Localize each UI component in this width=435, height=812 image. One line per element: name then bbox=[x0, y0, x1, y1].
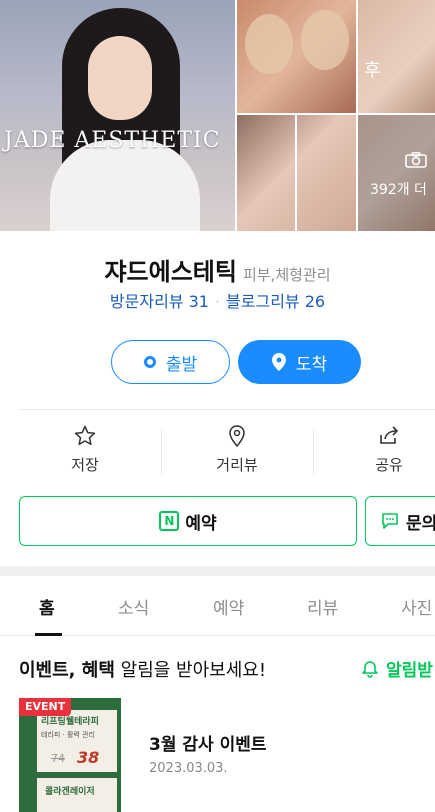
main-photo[interactable]: JADE AESTHETIC bbox=[0, 0, 235, 231]
save-label: 저장 bbox=[71, 456, 99, 474]
star-icon bbox=[74, 425, 96, 446]
route-start-button[interactable]: 출발 bbox=[111, 340, 230, 384]
camera-icon bbox=[405, 152, 427, 168]
chat-bubble-icon bbox=[382, 513, 398, 529]
share-action[interactable]: 공유 bbox=[334, 424, 435, 475]
events-heading: 이벤트, 혜택 알림을 받아보세요! bbox=[19, 656, 266, 682]
active-tab-indicator bbox=[35, 633, 62, 636]
event-price: 38 bbox=[77, 748, 100, 767]
inquiry-label: 문의 bbox=[406, 513, 435, 534]
reserve-button[interactable]: N 예약 bbox=[19, 496, 357, 546]
brand-overlay-text: JADE AESTHETIC bbox=[4, 128, 221, 153]
bell-plus-icon bbox=[362, 660, 378, 678]
tab-bar: 홈 소식 예약 리뷰 사진 bbox=[0, 576, 435, 636]
thumb-detail bbox=[245, 14, 293, 74]
start-point-icon bbox=[143, 356, 156, 368]
events-heading-rest: 알림을 받아보세요! bbox=[114, 660, 267, 681]
tab-reservation[interactable]: 예약 bbox=[213, 594, 244, 619]
events-heading-bold: 이벤트, 혜택 bbox=[19, 660, 115, 681]
action-separator bbox=[313, 430, 314, 474]
photo-thumb-more[interactable]: 392개 더 bbox=[358, 115, 435, 231]
tab-reviews[interactable]: 리뷰 bbox=[307, 594, 338, 619]
save-action[interactable]: 저장 bbox=[30, 424, 140, 475]
alarm-label: 알림받 bbox=[386, 661, 433, 681]
photo-thumb-3[interactable] bbox=[237, 115, 356, 231]
event-date: 2023.03.03. bbox=[149, 761, 228, 776]
event-thumb-card: 콜라겐레이저 bbox=[37, 778, 117, 812]
share-label: 공유 bbox=[375, 456, 403, 474]
thumb-divider bbox=[295, 115, 297, 231]
photo-more-count: 392개 더 bbox=[370, 182, 427, 198]
street-view-action[interactable]: 거리뷰 bbox=[182, 424, 292, 475]
street-view-label: 거리뷰 bbox=[216, 456, 258, 474]
action-separator bbox=[161, 430, 162, 474]
event-thumb-card: 리프팅웰테라피 테라피 · 활력 관리 74 38 bbox=[37, 710, 117, 772]
photo-thumb-2[interactable]: 후 bbox=[358, 0, 435, 113]
thumb-detail bbox=[301, 10, 349, 70]
visitor-reviews-link[interactable]: 방문자리뷰 31 bbox=[110, 292, 209, 311]
event-title[interactable]: 3월 감사 이벤트 bbox=[149, 730, 267, 755]
after-label: 후 bbox=[364, 60, 381, 81]
event-thumb-subtext: 테라피 · 활력 관리 bbox=[41, 731, 95, 739]
location-pin-icon bbox=[271, 353, 286, 371]
place-category: 피부,체형관리 bbox=[242, 266, 331, 284]
photo-subject-face bbox=[88, 36, 152, 120]
review-counts: 방문자리뷰 31 · 블로그리뷰 26 bbox=[0, 288, 435, 312]
tab-news[interactable]: 소식 bbox=[118, 594, 149, 619]
separator-dot: · bbox=[214, 292, 221, 311]
place-name: 쟈드에스테틱 bbox=[104, 258, 237, 286]
route-start-label: 출발 bbox=[165, 354, 198, 375]
naver-booking-icon: N bbox=[159, 511, 180, 531]
section-gap bbox=[0, 566, 435, 576]
inquiry-button[interactable]: 문의 bbox=[365, 496, 435, 546]
location-pin-icon bbox=[229, 425, 245, 448]
divider bbox=[19, 409, 435, 410]
photo-subject-body bbox=[50, 140, 200, 231]
share-icon bbox=[380, 426, 398, 444]
route-arrive-button[interactable]: 도착 bbox=[238, 340, 361, 384]
photo-gallery[interactable]: JADE AESTHETIC 후 392개 더 bbox=[0, 0, 435, 231]
route-arrive-label: 도착 bbox=[295, 354, 328, 375]
reserve-label: 예약 bbox=[185, 513, 217, 534]
photo-thumb-1[interactable] bbox=[237, 0, 356, 113]
event-badge: EVENT bbox=[19, 698, 72, 716]
action-row: 저장 거리뷰 공유 bbox=[0, 424, 435, 480]
place-title-row: 쟈드에스테틱 피부,체형관리 bbox=[0, 252, 435, 287]
thumb-dim-overlay bbox=[358, 115, 435, 231]
tab-photos[interactable]: 사진 bbox=[401, 594, 432, 619]
blog-reviews-link[interactable]: 블로그리뷰 26 bbox=[226, 292, 325, 311]
alarm-subscribe-button[interactable]: 알림받 bbox=[360, 656, 433, 681]
tab-home[interactable]: 홈 bbox=[39, 594, 55, 619]
event-old-price: 74 bbox=[51, 752, 65, 765]
event-thumb-text: 콜라겐레이저 bbox=[45, 787, 95, 797]
